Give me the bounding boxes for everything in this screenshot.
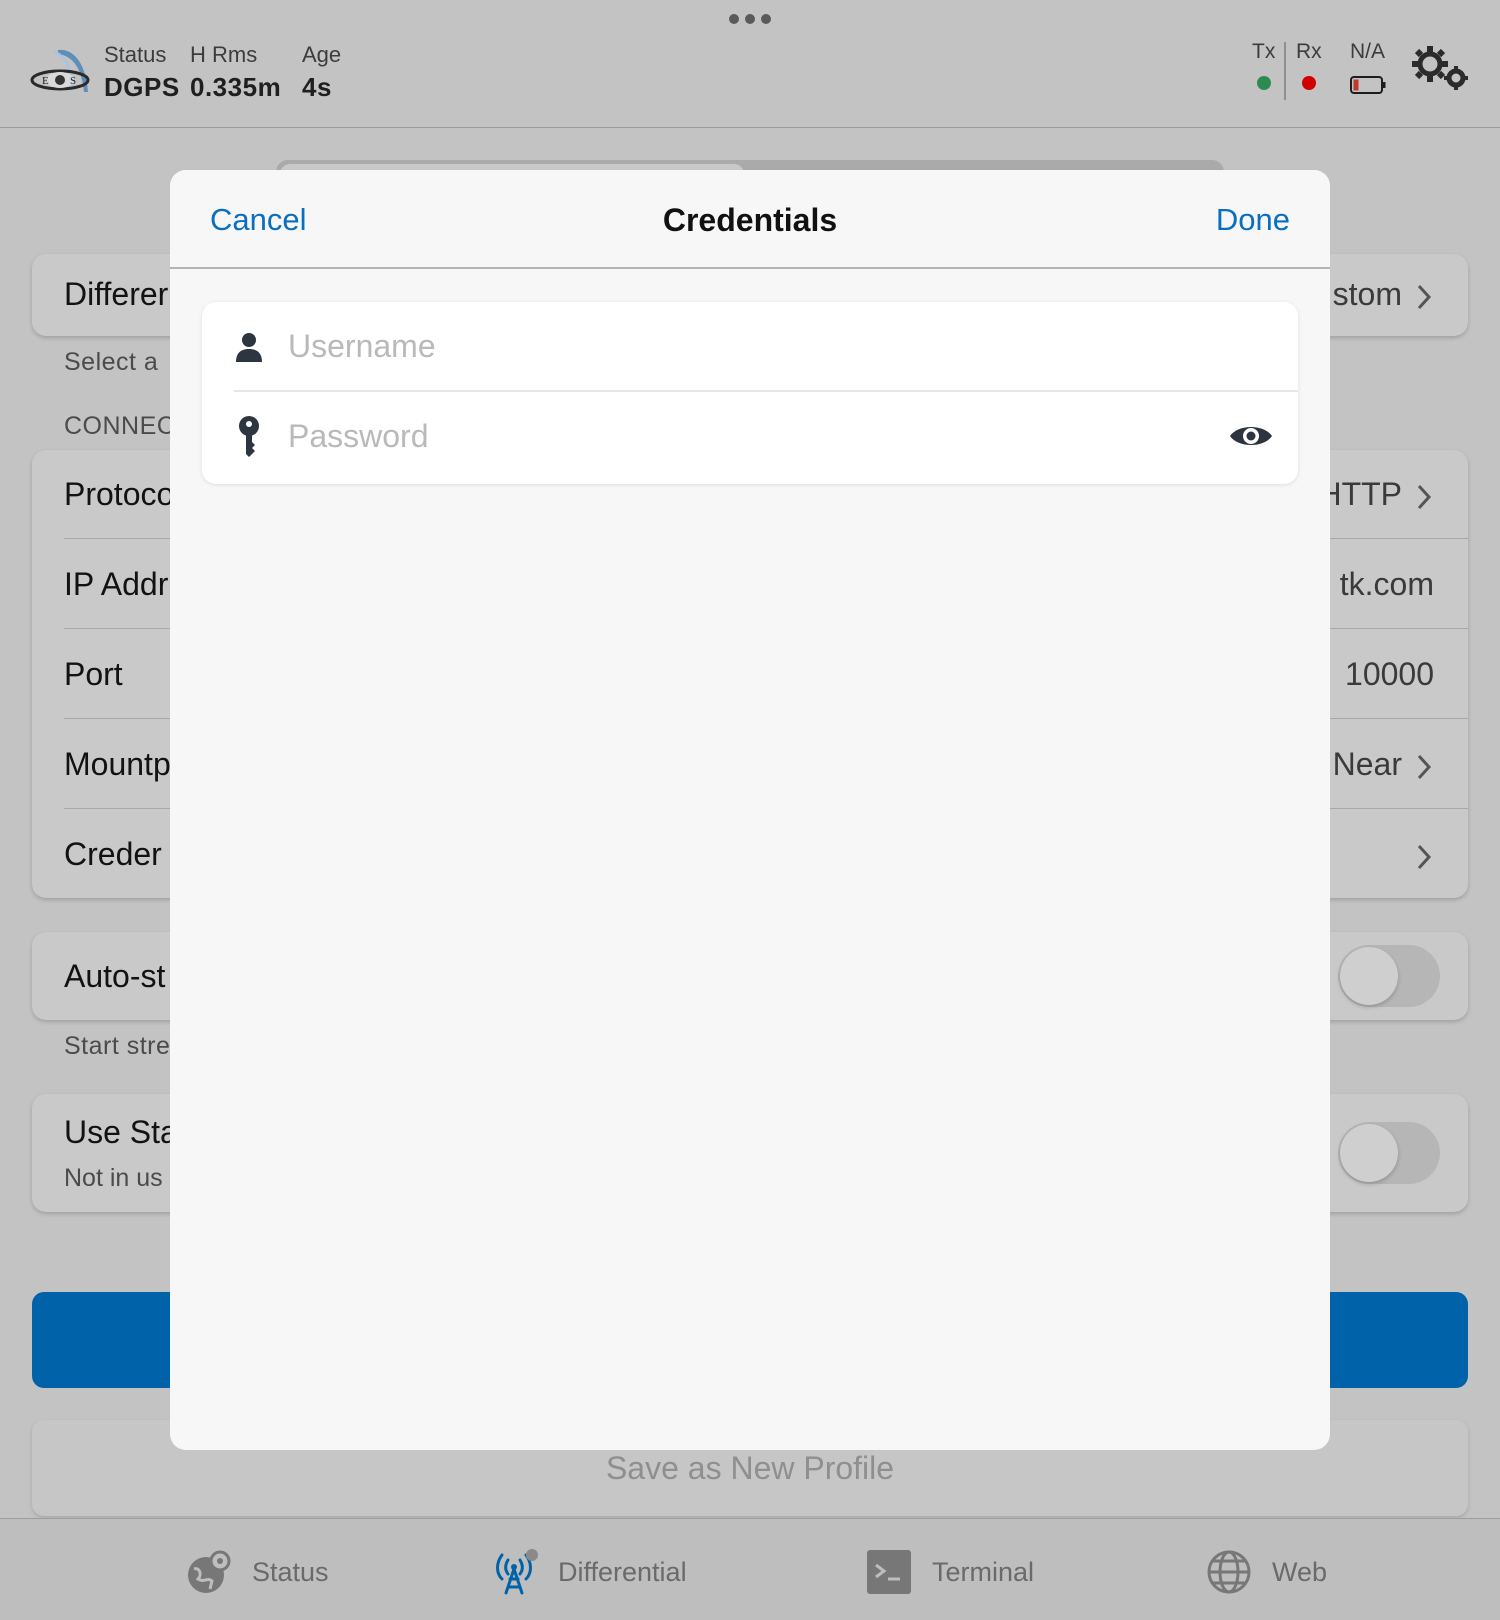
eye-icon[interactable] bbox=[1228, 420, 1274, 452]
autostart-toggle[interactable] bbox=[1338, 945, 1440, 1007]
differential-note: Select a bbox=[64, 348, 159, 376]
chevron-right-icon bbox=[1417, 754, 1432, 780]
antenna-icon bbox=[496, 1549, 538, 1595]
status-header: E S Status DGPS H Rms 0.335m Age 4s Tx R… bbox=[0, 0, 1500, 128]
tx-label: Tx bbox=[1252, 40, 1276, 63]
port-value: 10000 bbox=[1345, 656, 1434, 692]
rx-status-dot bbox=[1301, 76, 1316, 90]
globe-icon bbox=[1207, 1550, 1251, 1594]
svg-text:S: S bbox=[70, 75, 76, 87]
tab-terminal[interactable]: Terminal bbox=[866, 1549, 1034, 1595]
tx-indicator: Tx bbox=[1252, 40, 1275, 95]
password-input[interactable] bbox=[288, 410, 1188, 462]
username-input[interactable] bbox=[288, 320, 1188, 372]
mountpoint-label: Mountp bbox=[64, 746, 171, 782]
age-value: 4s bbox=[302, 72, 332, 102]
hrms-readout: H Rms 0.335m bbox=[190, 42, 281, 103]
hrms-value: 0.335m bbox=[190, 72, 282, 102]
tab-differential-label: Differential bbox=[558, 1556, 687, 1587]
chevron-right-icon bbox=[1417, 284, 1432, 310]
chevron-right-icon bbox=[1417, 844, 1432, 870]
autostart-label: Auto-st bbox=[64, 958, 166, 994]
save-new-profile-label: Save as New Profile bbox=[605, 1450, 895, 1486]
port-label: Port bbox=[64, 656, 123, 692]
autostart-note: Start stre bbox=[64, 1032, 171, 1060]
differential-label: Differer bbox=[64, 276, 169, 312]
credentials-label: Creder bbox=[64, 836, 162, 872]
tab-differential[interactable]: Differential bbox=[492, 1549, 687, 1595]
tab-web-label: Web bbox=[1272, 1556, 1328, 1587]
mountpoint-value: Near bbox=[1332, 746, 1402, 782]
battery-label: N/A bbox=[1350, 40, 1386, 63]
rx-indicator: Rx bbox=[1296, 40, 1322, 95]
tab-status-label: Status bbox=[252, 1556, 329, 1587]
tab-terminal-label: Terminal bbox=[932, 1556, 1035, 1587]
credentials-form bbox=[202, 302, 1298, 484]
connection-section-header: CONNEC bbox=[64, 412, 176, 440]
modal-title: Credentials bbox=[662, 202, 838, 238]
status-readout: Status DGPS bbox=[104, 42, 180, 103]
rx-label: Rx bbox=[1296, 40, 1322, 63]
username-row bbox=[202, 302, 1298, 390]
svg-text:E: E bbox=[42, 75, 49, 87]
use-station-toggle[interactable] bbox=[1338, 1122, 1440, 1184]
differential-value: stom bbox=[1332, 276, 1402, 312]
settings-gear-icon[interactable] bbox=[1410, 44, 1470, 94]
tab-status[interactable]: Status bbox=[186, 1549, 329, 1595]
ip-address-value: tk.com bbox=[1339, 566, 1434, 602]
use-station-label: Use Sta bbox=[64, 1114, 178, 1150]
ip-address-label: IP Addr bbox=[64, 566, 169, 602]
use-station-note: Not in us bbox=[64, 1164, 163, 1192]
done-button[interactable]: Done bbox=[1216, 202, 1290, 238]
hrms-label: H Rms bbox=[190, 42, 258, 67]
chevron-right-icon bbox=[1417, 484, 1432, 510]
status-value: DGPS bbox=[104, 72, 180, 102]
eos-logo-icon: E S bbox=[30, 49, 90, 92]
person-icon bbox=[236, 333, 262, 362]
window-grabber[interactable] bbox=[729, 14, 771, 24]
credentials-modal: Cancel Credentials Done bbox=[170, 170, 1330, 1450]
tab-bar: Status Differential Terminal Web bbox=[0, 1518, 1500, 1620]
key-icon bbox=[239, 416, 259, 457]
protocol-value: HTTP bbox=[1318, 476, 1402, 512]
status-label: Status bbox=[104, 42, 167, 67]
modal-nav-bar: Cancel Credentials Done bbox=[170, 170, 1330, 269]
globe-pin-icon bbox=[188, 1550, 231, 1593]
password-row bbox=[202, 392, 1298, 480]
protocol-label: Protoco bbox=[64, 476, 175, 512]
terminal-icon bbox=[867, 1550, 911, 1594]
battery-indicator: N/A bbox=[1350, 40, 1385, 64]
tx-status-dot bbox=[1256, 76, 1271, 90]
battery-icon bbox=[1350, 76, 1386, 94]
age-readout: Age 4s bbox=[302, 42, 341, 103]
age-label: Age bbox=[302, 42, 342, 67]
indicator-divider bbox=[1284, 42, 1286, 100]
tab-web[interactable]: Web bbox=[1206, 1549, 1327, 1595]
